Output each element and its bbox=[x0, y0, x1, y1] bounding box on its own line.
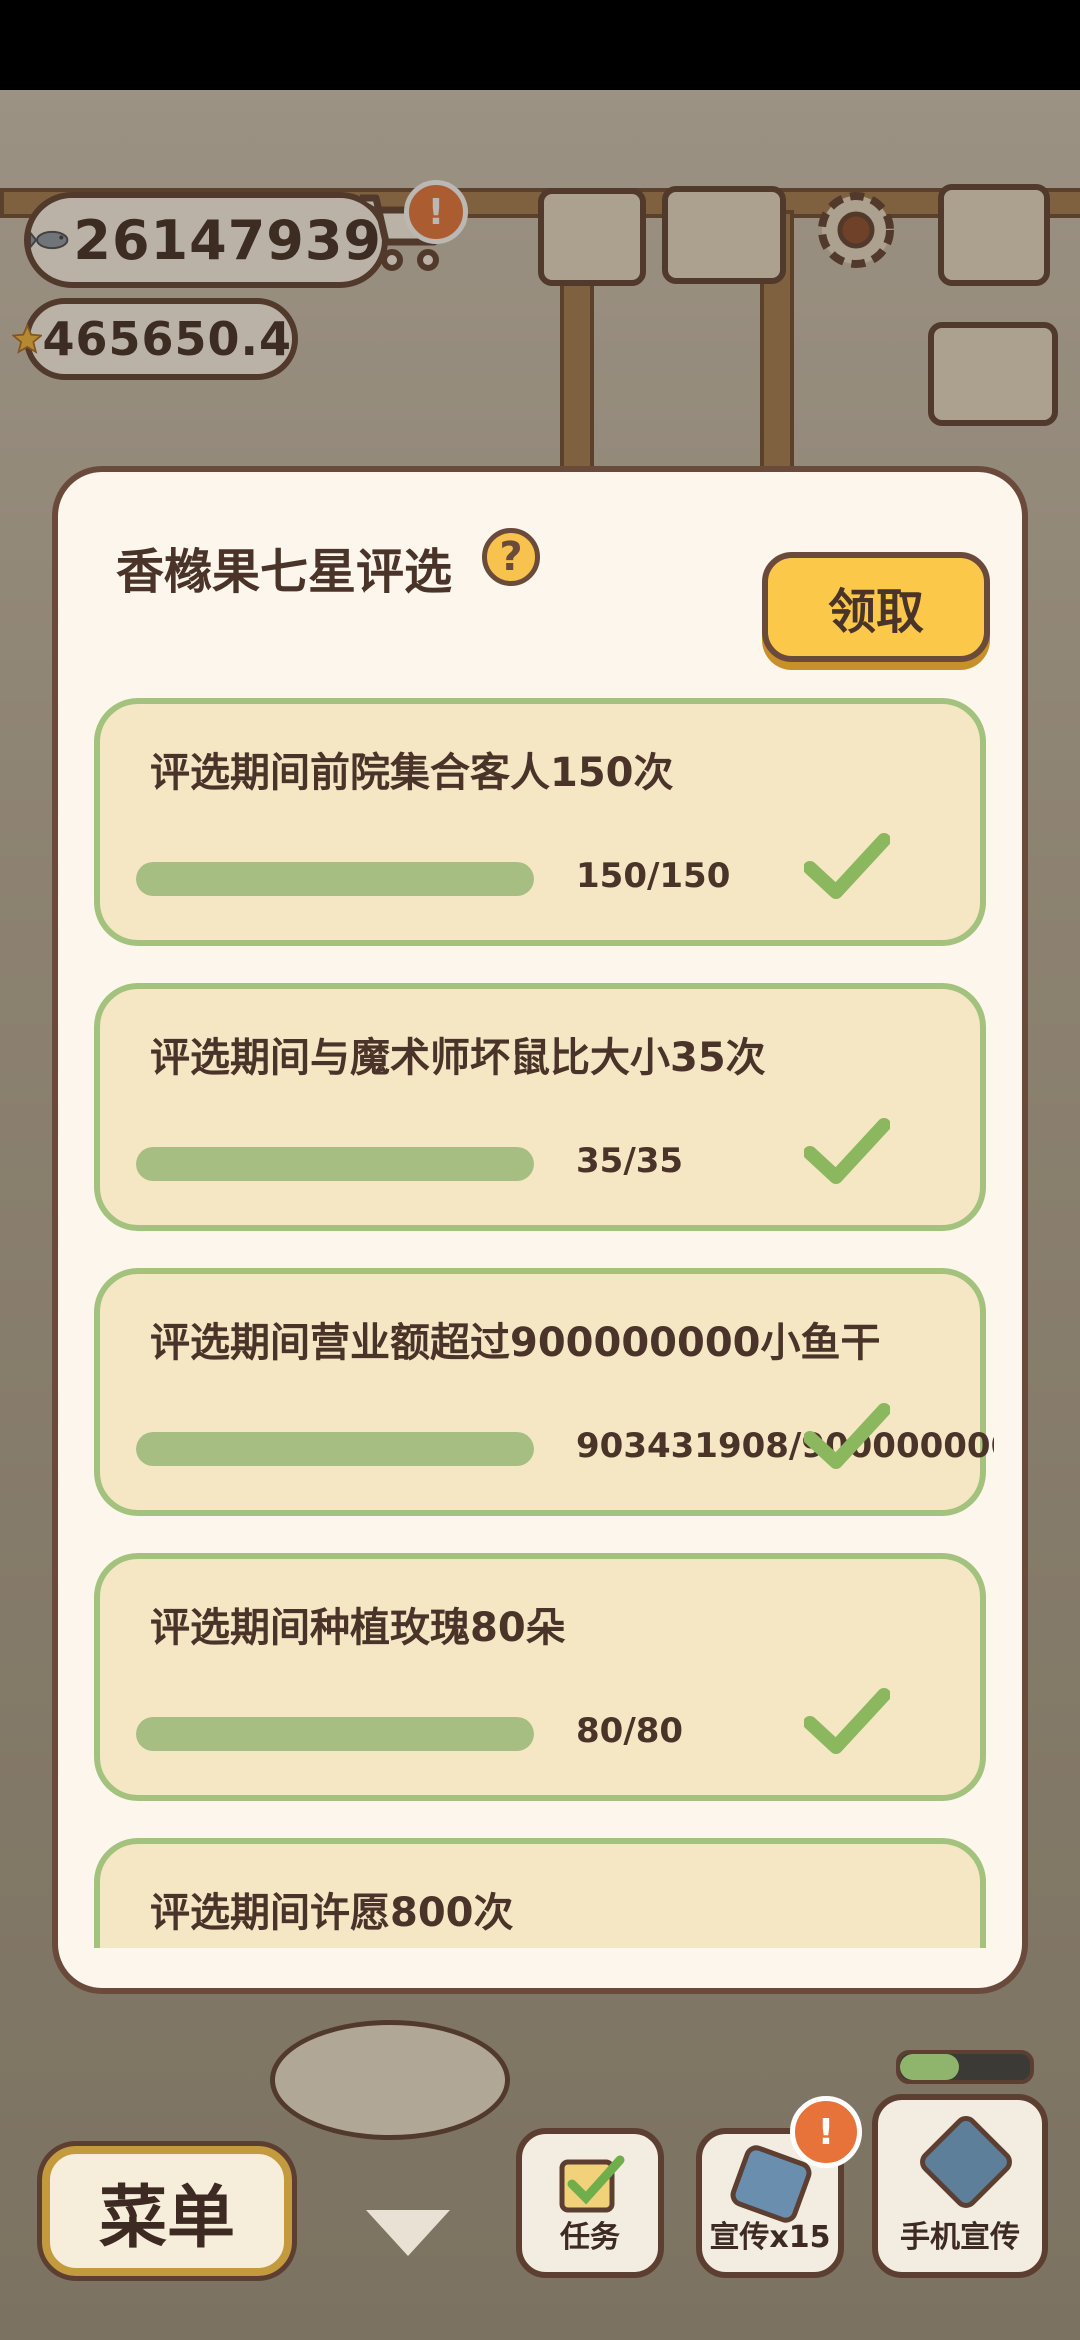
task-progress-text: 35/35 bbox=[576, 1141, 684, 1181]
task-progress-bar bbox=[136, 1432, 534, 1466]
phone-promote-button[interactable]: 手机宣传 bbox=[872, 2094, 1048, 2278]
help-button[interactable]: ? bbox=[482, 528, 540, 586]
modal-title: 香橼果七星评选 bbox=[116, 544, 453, 600]
task-card: 评选期间前院集合客人150次 150/150 bbox=[94, 698, 986, 946]
task-card: 评选期间种植玫瑰80朵 80/80 bbox=[94, 1553, 986, 1801]
task-description: 评选期间与魔术师坏鼠比大小35次 bbox=[150, 1035, 766, 1081]
checkmark-icon bbox=[804, 1403, 890, 1469]
chevron-down-icon[interactable] bbox=[366, 2210, 450, 2256]
checkmark-icon bbox=[804, 1118, 890, 1184]
task-progress-bar bbox=[136, 1717, 534, 1751]
promote-alert-badge: ! bbox=[790, 2096, 862, 2168]
phone-promo-progress-fill bbox=[900, 2054, 959, 2080]
phone-promo-icon bbox=[915, 2111, 1017, 2213]
task-description: 评选期间前院集合客人150次 bbox=[150, 750, 674, 796]
task-progress-text: 150/150 bbox=[576, 856, 731, 896]
task-progress-bar bbox=[136, 1147, 534, 1181]
task-card: 评选期间营业额超过900000000小鱼干 903431908/90000000… bbox=[94, 1268, 994, 1516]
phone-promo-progress bbox=[896, 2050, 1034, 2084]
task-button[interactable]: 任务 bbox=[516, 2128, 664, 2278]
task-card: 评选期间与魔术师坏鼠比大小35次 35/35 bbox=[94, 983, 986, 1231]
status-bar bbox=[0, 0, 1080, 90]
checkmark-icon bbox=[804, 833, 890, 899]
checkmark-icon bbox=[804, 1688, 890, 1754]
task-progress-text: 80/80 bbox=[576, 1711, 684, 1751]
task-progress-fill bbox=[136, 1432, 534, 1466]
task-card: 评选期间许愿800次 bbox=[94, 1838, 986, 1948]
promote-button-label: 宣传x15 bbox=[709, 2220, 831, 2255]
task-progress-fill bbox=[136, 1717, 534, 1751]
task-checklist-icon bbox=[559, 2155, 625, 2213]
menu-button[interactable]: 菜单 bbox=[37, 2141, 297, 2281]
rating-modal: 香橼果七星评选 ? 领取 评选期间前院集合客人150次 150/150 评选期间… bbox=[52, 466, 1028, 1994]
task-description: 评选期间营业额超过900000000小鱼干 bbox=[150, 1320, 881, 1366]
task-progress-bar bbox=[136, 862, 534, 896]
task-progress-fill bbox=[136, 862, 534, 896]
task-description: 评选期间许愿800次 bbox=[150, 1890, 514, 1936]
task-description: 评选期间种植玫瑰80朵 bbox=[150, 1605, 566, 1651]
task-progress-fill bbox=[136, 1147, 534, 1181]
phone-promote-label: 手机宣传 bbox=[900, 2220, 1020, 2255]
claim-button[interactable]: 领取 bbox=[762, 552, 990, 662]
task-progress-text: 903431908/900000000 bbox=[576, 1426, 994, 1466]
task-list[interactable]: 评选期间前院集合客人150次 150/150 评选期间与魔术师坏鼠比大小35次 … bbox=[94, 698, 994, 1948]
task-button-label: 任务 bbox=[560, 2220, 620, 2255]
